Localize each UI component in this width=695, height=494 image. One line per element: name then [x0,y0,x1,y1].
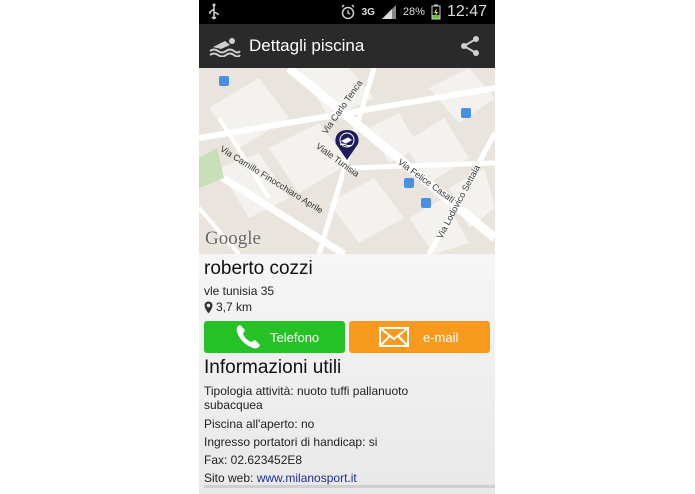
website-link[interactable]: www.milanosport.it [257,471,357,485]
phone-screen: 3G 28% 12:47 Dettagli piscina Via Carlo … [199,0,495,494]
email-button[interactable]: e-mail [349,321,490,353]
activity-type-label: Tipologia attività: [204,384,294,398]
envelope-icon [379,327,409,347]
map-view[interactable]: Via Carlo Tenca Viale Tunisia Via Felice… [199,68,495,254]
email-button-label: e-mail [423,329,459,345]
share-icon[interactable] [459,35,481,57]
map-attribution: Google [205,228,261,249]
status-bar: 3G 28% 12:47 [199,0,495,24]
signal-icon [381,5,396,19]
call-button-label: Telefono [270,329,320,345]
phone-icon [236,325,260,349]
usb-icon [209,3,219,20]
action-bar: Dettagli piscina [199,24,495,68]
location-pin-icon [204,301,213,313]
handicap-access: Ingresso portatori di handicap: si [204,435,378,449]
outdoor-pool: Piscina all'aperto: no [204,417,315,431]
details-panel: roberto cozzi vle tunisia 35 3,7 km Tele… [199,254,495,494]
battery-charging-icon [431,4,441,20]
network-type: 3G [361,6,375,18]
place-name: roberto cozzi [204,258,313,279]
activity-type: Tipologia attività: nuoto tuffi pallanuo… [204,384,444,412]
call-button[interactable]: Telefono [204,321,345,353]
section-title: Informazioni utili [204,357,342,378]
distance-value: 3,7 km [216,300,253,314]
divider [204,485,495,488]
distance: 3,7 km [204,300,252,314]
website-label: Sito web: [204,471,254,485]
swimmer-icon[interactable] [209,35,241,57]
website: Sito web: www.milanosport.it [204,471,444,485]
clock: 12:47 [446,3,487,20]
battery-percent: 28% [402,6,425,18]
fax: Fax: 02.623452E8 [204,453,303,467]
place-address: vle tunisia 35 [204,284,275,298]
page-title: Dettagli piscina [249,36,365,55]
alarm-icon [341,4,355,20]
